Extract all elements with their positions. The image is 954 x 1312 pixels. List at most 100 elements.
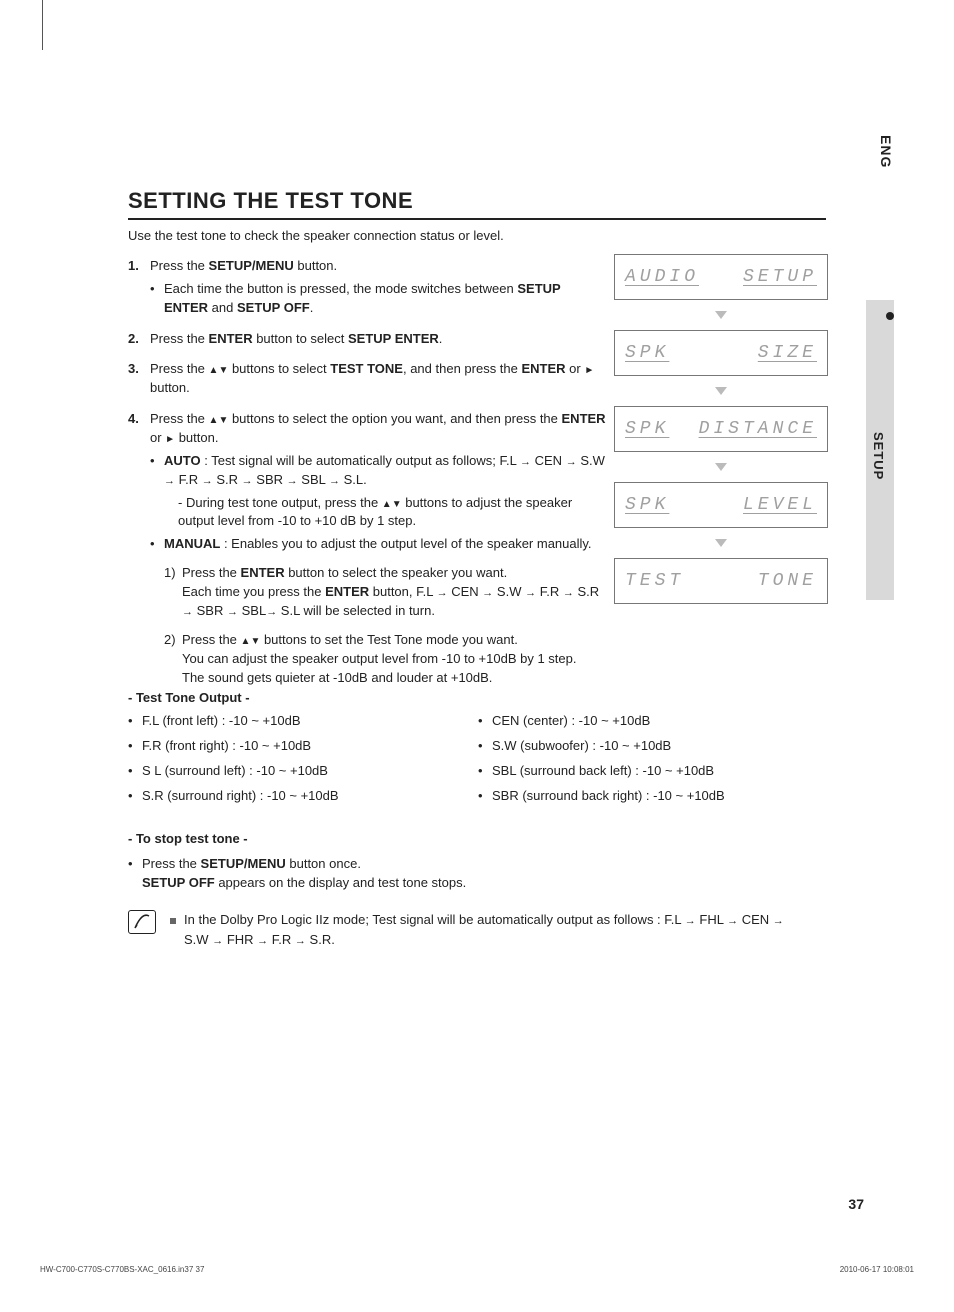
sub-text: Press the — [182, 565, 241, 580]
step-text: Press the — [150, 361, 209, 376]
arrow-to-icon — [227, 603, 238, 618]
sub-text: Each time you press the — [182, 584, 325, 599]
sub-text: You can adjust the speaker output level … — [182, 651, 576, 666]
seq-item: F.R — [272, 932, 292, 947]
section-header: - Test Tone Output - — [128, 690, 828, 705]
lcd-text: DISTANCE — [699, 419, 817, 439]
step-1: Press the SETUP/MENU button. Each time t… — [128, 257, 608, 318]
arrow-to-icon — [257, 932, 268, 947]
arrow-to-icon — [182, 603, 193, 618]
bullet-text: . — [310, 300, 314, 315]
down-arrow-icon — [614, 300, 828, 330]
arrow-to-icon — [242, 472, 253, 487]
arrow-down-icon — [250, 632, 260, 647]
arrow-down-icon — [218, 361, 228, 376]
arrow-to-icon — [773, 912, 784, 927]
lcd-text: SETUP — [743, 267, 817, 287]
step-text: button to select — [253, 331, 348, 346]
list-item: S.R (surround right) : -10 ~ +10dB — [128, 788, 478, 803]
auto-bullet: AUTO : Test signal will be automatically… — [150, 452, 608, 532]
arrow-to-icon — [295, 932, 306, 947]
step-text: button. — [150, 380, 190, 395]
lcd-display: SPKSIZE — [614, 330, 828, 376]
test-tone-output: - Test Tone Output - F.L (front left) : … — [128, 690, 828, 813]
main-content: SETTING THE TEST TONE Use the test tone … — [128, 188, 608, 699]
seq-item: SBR — [197, 603, 224, 618]
arrow-down-icon — [218, 411, 228, 426]
manual-sub-1: 1) Press the ENTER button to select the … — [164, 564, 608, 621]
arrow-to-icon — [727, 912, 738, 927]
step-text: , and then press the — [403, 361, 522, 376]
arrow-up-icon — [382, 495, 392, 510]
tt-column-right: CEN (center) : -10 ~ +10dB S.W (subwoofe… — [478, 713, 828, 813]
button-label: ENTER — [241, 565, 285, 580]
footer-right: 2010-06-17 10:08:01 — [840, 1265, 914, 1274]
seq-item: F.R — [540, 584, 560, 599]
section-tab: SETUP — [866, 300, 894, 600]
section-header: - To stop test tone - — [128, 830, 828, 849]
arrow-right-icon — [584, 361, 594, 376]
arrow-to-icon — [520, 453, 531, 468]
lcd-display: SPKLEVEL — [614, 482, 828, 528]
button-label: ENTER — [325, 584, 369, 599]
lcd-display: SPKDISTANCE — [614, 406, 828, 452]
lcd-text: SPK — [625, 343, 669, 363]
arrow-to-icon — [329, 472, 340, 487]
seq-item: S.R. — [310, 932, 335, 947]
note-body: In the Dolby Pro Logic IIz mode; Test si… — [184, 912, 685, 927]
seq-item: CEN — [535, 453, 562, 468]
tt-column-left: F.L (front left) : -10 ~ +10dB F.R (fron… — [128, 713, 478, 813]
crop-mark — [42, 0, 43, 50]
button-label: ENTER — [522, 361, 566, 376]
lcd-text: SPK — [625, 495, 669, 515]
language-tab: ENG — [866, 126, 894, 172]
step-text: button. — [175, 430, 218, 445]
bullet-text: and — [208, 300, 237, 315]
button-label: SETUP/MENU — [209, 258, 294, 273]
stop-bullet: Press the SETUP/MENU button once. SETUP … — [128, 855, 828, 893]
sub-text: S.L will be selected in turn. — [277, 603, 435, 618]
steps-list: Press the SETUP/MENU button. Each time t… — [128, 257, 608, 687]
mode-label: SETUP ENTER — [348, 331, 439, 346]
step-text: Press the — [150, 411, 209, 426]
arrow-to-icon — [266, 603, 277, 618]
seq-item: FHL — [699, 912, 723, 927]
step-text: buttons to select the option you want, a… — [228, 411, 561, 426]
option-label: AUTO — [164, 453, 201, 468]
option-label: MANUAL — [164, 536, 220, 551]
mode-label: TEST TONE — [330, 361, 403, 376]
step-4: Press the buttons to select the option y… — [128, 410, 608, 687]
list-item: SBR (surround back right) : -10 ~ +10dB — [478, 788, 828, 803]
step-text: or — [566, 361, 585, 376]
seq-item: F.R — [179, 472, 199, 487]
seq-item: S.L. — [344, 472, 367, 487]
bullet-text: : Enables you to adjust the output level… — [220, 536, 591, 551]
button-label: SETUP/MENU — [201, 856, 286, 871]
stop-text: button once. — [286, 856, 361, 871]
manual-sub-2: 2) Press the buttons to set the Test Ton… — [164, 631, 608, 688]
mode-label: SETUP OFF — [142, 875, 215, 890]
stop-test-tone: - To stop test tone - Press the SETUP/ME… — [128, 830, 828, 893]
note-icon — [128, 910, 156, 934]
seq-item: SBL — [242, 603, 267, 618]
stop-text: appears on the display and test tone sto… — [215, 875, 467, 890]
down-arrow-icon — [614, 376, 828, 406]
seq-item: S.W — [184, 932, 209, 947]
list-item: S L (surround left) : -10 ~ +10dB — [128, 763, 478, 778]
down-arrow-icon — [614, 528, 828, 558]
dash-text: During test tone output, press the — [186, 495, 382, 510]
list-item: S.W (subwoofer) : -10 ~ +10dB — [478, 738, 828, 753]
arrow-to-icon — [525, 584, 536, 599]
bullet-text: : Test signal will be automatically outp… — [201, 453, 520, 468]
arrow-up-icon — [209, 411, 219, 426]
arrow-to-icon — [164, 472, 175, 487]
arrow-down-icon — [392, 495, 402, 510]
footer-left: HW-C700-C770S-C770BS-XAC_0616.in37 37 — [40, 1265, 204, 1274]
arrow-to-icon — [482, 584, 493, 599]
seq-item: SBL — [301, 472, 325, 487]
lcd-displays: AUDIOSETUP SPKSIZE SPKDISTANCE SPKLEVEL … — [614, 254, 828, 604]
button-label: ENTER — [562, 411, 606, 426]
sub-text: The sound gets quieter at -10dB and loud… — [182, 670, 492, 685]
lcd-display: AUDIOSETUP — [614, 254, 828, 300]
bullet-dot-icon — [886, 312, 894, 320]
